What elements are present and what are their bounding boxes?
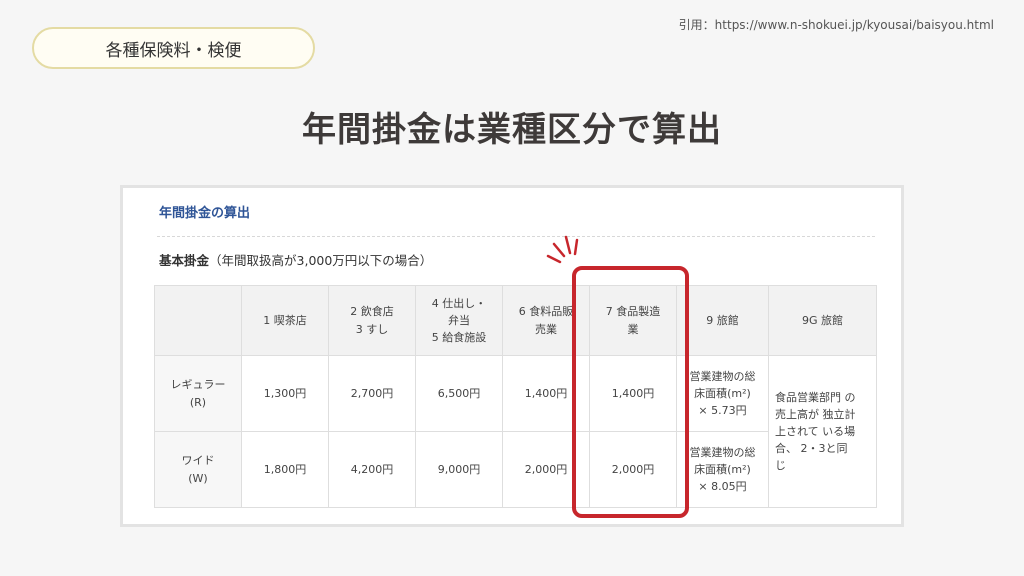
header-kissaten: 1 喫茶店 xyxy=(241,285,329,356)
fee-panel: 年間掛金の算出 基本掛金（年間取扱高が3,000万円以下の場合） 1 喫茶店 2… xyxy=(120,185,904,527)
cell-value: 1,400円 xyxy=(502,355,590,432)
table-row: レギュラー (R) 1,300円 2,700円 6,500円 1,400円 1,… xyxy=(154,355,877,508)
cell-value: 4,200円 xyxy=(328,431,416,508)
table-header-row: 1 喫茶店 2 飲食店 3 すし 4 仕出し・ 弁当 5 給食施設 6 食料品販… xyxy=(154,285,877,356)
cell-value: 6,500円 xyxy=(415,355,503,432)
cell-ryokan-regular: 営業建物の総 床面積(m²) × 5.73円 xyxy=(676,355,769,432)
header-ryokan-g: 9G 旅館 xyxy=(768,285,877,356)
cell-value: 2,700円 xyxy=(328,355,416,432)
category-label-text: 各種保険料・検便 xyxy=(105,40,242,61)
row-label-regular: レギュラー (R) xyxy=(154,355,242,432)
panel-subheading: 基本掛金（年間取扱高が3,000万円以下の場合） xyxy=(159,250,432,269)
header-empty xyxy=(154,285,242,356)
page-title: 年間掛金は業種区分で算出 xyxy=(302,110,722,150)
category-label: 各種保険料・検便 xyxy=(32,27,315,69)
row-label-wide: ワイド (W) xyxy=(154,431,242,508)
header-ryokan: 9 旅館 xyxy=(676,285,769,356)
cell-value: 1,400円 xyxy=(589,355,677,432)
header-shokuryohin: 6 食料品販 売業 xyxy=(502,285,590,356)
cell-value: 1,300円 xyxy=(241,355,329,432)
emphasis-marks-icon xyxy=(546,235,579,264)
header-shidashi: 4 仕出し・ 弁当 5 給食施設 xyxy=(415,285,503,356)
cell-ryokan-wide: 営業建物の総 床面積(m²) × 8.05円 xyxy=(676,431,769,508)
cell-value: 1,800円 xyxy=(241,431,329,508)
panel-divider xyxy=(157,236,875,237)
cell-value: 2,000円 xyxy=(589,431,677,508)
cell-value: 9,000円 xyxy=(415,431,503,508)
panel-heading: 年間掛金の算出 xyxy=(159,206,251,221)
cell-ryokan-g: 食品営業部門 の 売上高が 独立計 上されて いる場 合、 2・3と同 じ xyxy=(768,355,877,508)
subheading-note: （年間取扱高が3,000万円以下の場合） xyxy=(209,253,433,268)
header-inshokuten: 2 飲食店 3 すし xyxy=(328,285,416,356)
source-citation: 引用：https://www.n-shokuei.jp/kyousai/bais… xyxy=(678,18,994,32)
cell-value: 2,000円 xyxy=(502,431,590,508)
fee-table: 1 喫茶店 2 飲食店 3 すし 4 仕出し・ 弁当 5 給食施設 6 食料品販… xyxy=(154,285,877,508)
table-row: ワイド (W) 1,800円 4,200円 9,000円 2,000円 2,00… xyxy=(154,431,877,508)
header-shokuhin-seizo: 7 食品製造 業 xyxy=(589,285,677,356)
subheading-bold: 基本掛金 xyxy=(159,253,210,268)
